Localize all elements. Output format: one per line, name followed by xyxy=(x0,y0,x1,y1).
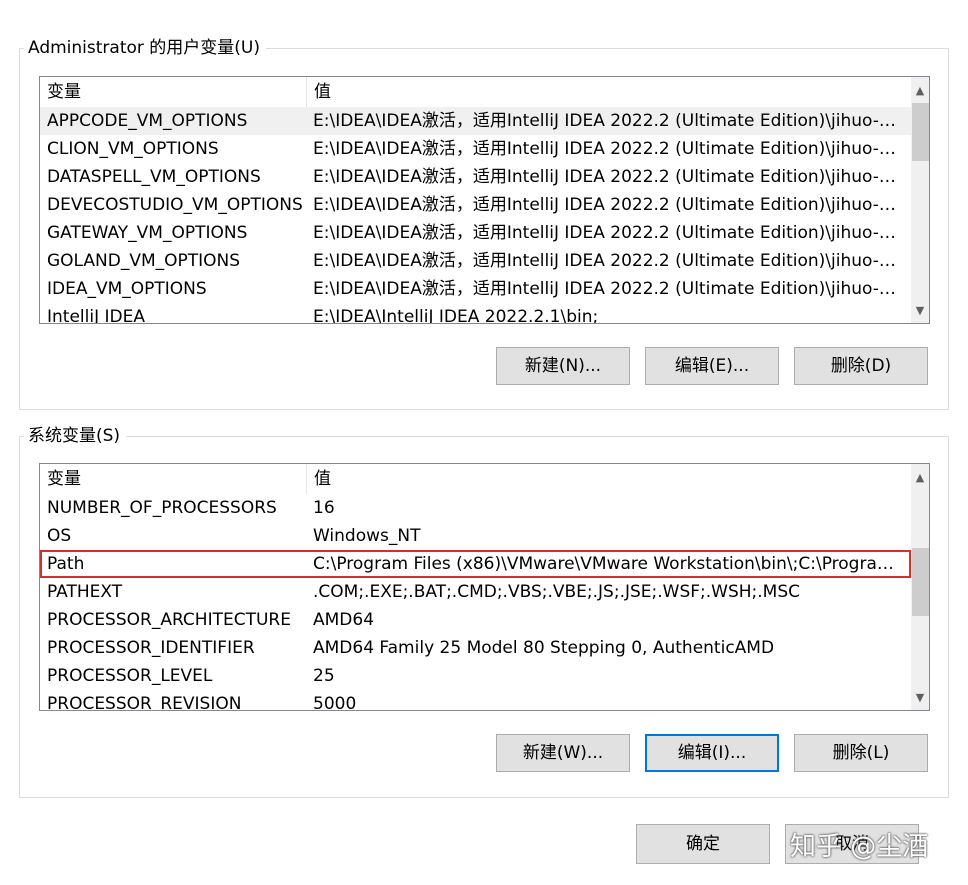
user-delete-button[interactable]: 删除(D) xyxy=(794,347,928,385)
row-value: AMD64 Family 25 Model 80 Stepping 0, Aut… xyxy=(313,638,775,658)
row-variable: PROCESSOR_IDENTIFIER xyxy=(47,638,255,658)
row-variable: Path xyxy=(47,554,85,574)
list-row[interactable]: PROCESSOR_ARCHITECTURE AMD64 xyxy=(40,606,911,634)
list-row[interactable]: PATHEXT .COM;.EXE;.BAT;.CMD;.VBS;.VBE;.JS… xyxy=(40,578,911,606)
system-variables-list[interactable]: 变量 值 NUMBER_OF_PROCESSORS 16 OS Windows_NT… xyxy=(39,463,930,711)
vertical-scrollbar[interactable]: ▲ ▼ xyxy=(911,77,929,323)
row-value: E:\IDEA\IDEA激活，适用IntelliJ IDEA 2022.2 (U… xyxy=(313,139,901,159)
row-variable: NUMBER_OF_PROCESSORS xyxy=(47,498,277,518)
row-variable: PROCESSOR_ARCHITECTURE xyxy=(47,610,291,630)
user-list-header: 变量 值 xyxy=(40,77,911,107)
row-value: E:\IDEA\IDEA激活，适用IntelliJ IDEA 2022.2 (U… xyxy=(313,251,901,271)
row-value: 25 xyxy=(313,666,335,686)
list-row[interactable]: GATEWAY_VM_OPTIONS E:\IDEA\IDEA激活，适用Intel… xyxy=(40,219,911,247)
scroll-down-icon[interactable]: ▼ xyxy=(911,684,929,710)
row-value: Windows_NT xyxy=(313,526,421,546)
list-row[interactable]: GOLAND_VM_OPTIONS E:\IDEA\IDEA激活，适用Intell… xyxy=(40,247,911,275)
list-row[interactable]: IntelliJ IDEA E:\IDEA\IntelliJ IDEA 2022.… xyxy=(40,303,911,323)
user-list-rows: APPCODE_VM_OPTIONS E:\IDEA\IDEA激活，适用Intel… xyxy=(40,107,911,323)
list-row[interactable]: PROCESSOR_IDENTIFIER AMD64 Family 25 Mode… xyxy=(40,634,911,662)
column-header-value[interactable]: 值 xyxy=(307,464,911,494)
row-variable: DATASPELL_VM_OPTIONS xyxy=(47,167,261,187)
user-variables-list[interactable]: 变量 值 APPCODE_VM_OPTIONS E:\IDEA\IDEA激活，适用… xyxy=(39,76,930,324)
row-variable: GOLAND_VM_OPTIONS xyxy=(47,251,241,271)
row-variable: IntelliJ IDEA xyxy=(47,307,145,323)
ok-button[interactable]: 确定 xyxy=(636,824,770,864)
row-variable: PROCESSOR_LEVEL xyxy=(47,666,213,686)
scroll-up-icon[interactable]: ▲ xyxy=(911,464,929,490)
system-new-button[interactable]: 新建(W)... xyxy=(496,734,630,772)
system-variables-label: 系统变量(S) xyxy=(24,425,127,447)
scroll-down-icon[interactable]: ▼ xyxy=(911,297,929,323)
user-variables-label: Administrator 的用户变量(U) xyxy=(24,37,266,59)
user-edit-button[interactable]: 编辑(E)... xyxy=(645,347,779,385)
row-value: 5000 xyxy=(313,694,357,710)
list-row[interactable]: DEVECOSTUDIO_VM_OPTIONS E:\IDEA\IDEA激活，适用… xyxy=(40,191,911,219)
list-row[interactable]: PROCESSOR_REVISION 5000 xyxy=(40,690,911,710)
row-variable: OS xyxy=(47,526,72,546)
list-row[interactable]: IDEA_VM_OPTIONS E:\IDEA\IDEA激活，适用IntelliJ… xyxy=(40,275,911,303)
row-value: AMD64 xyxy=(313,610,375,630)
row-value: E:\IDEA\IDEA激活，适用IntelliJ IDEA 2022.2 (U… xyxy=(313,223,901,243)
user-new-button[interactable]: 新建(N)... xyxy=(496,347,630,385)
row-value: E:\IDEA\IDEA激活，适用IntelliJ IDEA 2022.2 (U… xyxy=(313,279,901,299)
system-delete-button[interactable]: 删除(L) xyxy=(794,734,928,772)
scrollbar-thumb[interactable] xyxy=(912,548,929,616)
list-row[interactable]: NUMBER_OF_PROCESSORS 16 xyxy=(40,494,911,522)
row-value: E:\IDEA\IDEA激活，适用IntelliJ IDEA 2022.2 (U… xyxy=(313,195,901,215)
list-row[interactable]: PROCESSOR_LEVEL 25 xyxy=(40,662,911,690)
scroll-up-icon[interactable]: ▲ xyxy=(911,77,929,103)
column-header-value[interactable]: 值 xyxy=(307,77,911,107)
row-value: E:\IDEA\IDEA激活，适用IntelliJ IDEA 2022.2 (U… xyxy=(313,111,901,131)
row-variable: DEVECOSTUDIO_VM_OPTIONS xyxy=(47,195,303,215)
system-edit-button[interactable]: 编辑(I)... xyxy=(645,734,779,772)
row-variable: APPCODE_VM_OPTIONS xyxy=(47,111,248,131)
vertical-scrollbar[interactable]: ▲ ▼ xyxy=(911,464,929,710)
row-variable: CLION_VM_OPTIONS xyxy=(47,139,219,159)
row-value: C:\Program Files (x86)\VMware\VMware Wor… xyxy=(313,554,901,574)
system-list-header: 变量 值 xyxy=(40,464,911,494)
column-header-variable[interactable]: 变量 xyxy=(40,77,307,107)
row-value: .COM;.EXE;.BAT;.CMD;.VBS;.VBE;.JS;.JSE;.… xyxy=(313,582,801,602)
row-variable: PATHEXT xyxy=(47,582,123,602)
list-row[interactable]: OS Windows_NT xyxy=(40,522,911,550)
row-value: E:\IDEA\IDEA激活，适用IntelliJ IDEA 2022.2 (U… xyxy=(313,167,901,187)
scrollbar-thumb[interactable] xyxy=(912,103,929,161)
row-variable: GATEWAY_VM_OPTIONS xyxy=(47,223,248,243)
list-row[interactable]: DATASPELL_VM_OPTIONS E:\IDEA\IDEA激活，适用Int… xyxy=(40,163,911,191)
row-value: 16 xyxy=(313,498,335,518)
row-value: E:\IDEA\IntelliJ IDEA 2022.2.1\bin; xyxy=(313,307,599,323)
list-row-path-selected[interactable]: Path C:\Program Files (x86)\VMware\VMware… xyxy=(40,550,911,578)
watermark: 知乎 @尘酒 xyxy=(790,832,929,862)
row-variable: IDEA_VM_OPTIONS xyxy=(47,279,207,299)
row-variable: PROCESSOR_REVISION xyxy=(47,694,242,710)
column-header-variable[interactable]: 变量 xyxy=(40,464,307,494)
system-list-rows: NUMBER_OF_PROCESSORS 16 OS Windows_NT Path… xyxy=(40,494,911,710)
list-row[interactable]: APPCODE_VM_OPTIONS E:\IDEA\IDEA激活，适用Intel… xyxy=(40,107,911,135)
list-row[interactable]: CLION_VM_OPTIONS E:\IDEA\IDEA激活，适用Intelli… xyxy=(40,135,911,163)
